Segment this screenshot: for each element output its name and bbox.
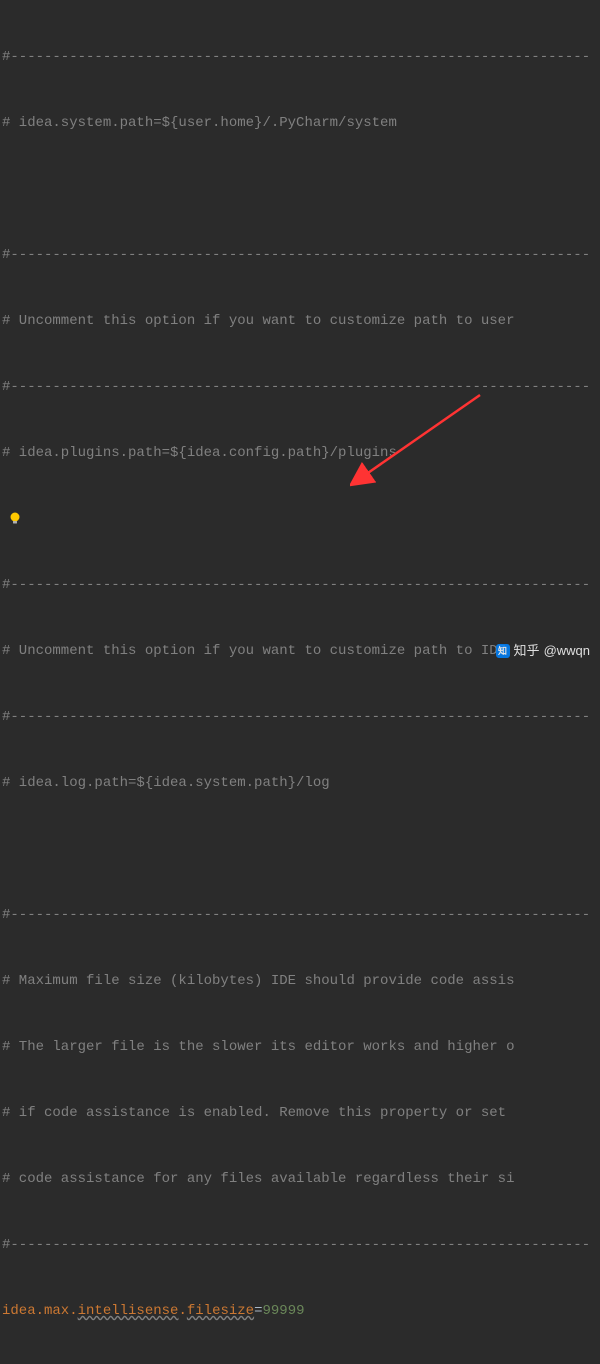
- code-line: idea.max.intellisense.filesize=99999: [2, 1300, 600, 1322]
- code-line: #---------------------------------------…: [2, 904, 600, 926]
- code-line: [2, 508, 600, 530]
- watermark: 知 知乎 @wwqn: [496, 640, 590, 662]
- code-line: [2, 178, 600, 200]
- code-line: #---------------------------------------…: [2, 46, 600, 68]
- property-key-warn: intellisense: [78, 1303, 179, 1319]
- code-editor[interactable]: #---------------------------------------…: [0, 0, 600, 1364]
- code-line: #---------------------------------------…: [2, 1234, 600, 1256]
- code-line: #---------------------------------------…: [2, 706, 600, 728]
- code-line: # idea.system.path=${user.home}/.PyCharm…: [2, 112, 600, 134]
- comment-text: # idea.log.path=${idea.system.path}/log: [2, 775, 330, 791]
- code-line: # idea.plugins.path=${idea.config.path}/…: [2, 442, 600, 464]
- code-line: # Uncomment this option if you want to c…: [2, 310, 600, 332]
- comment-text: # idea.plugins.path=${idea.config.path}/…: [2, 445, 397, 461]
- code-line: # code assistance for any files availabl…: [2, 1168, 600, 1190]
- comment-text: #---------------------------------------…: [2, 1237, 590, 1253]
- zhihu-icon: 知: [496, 644, 510, 658]
- watermark-user: @wwqn: [544, 640, 590, 662]
- code-line: #---------------------------------------…: [2, 376, 600, 398]
- code-line: # The larger file is the slower its edit…: [2, 1036, 600, 1058]
- comment-text: # The larger file is the slower its edit…: [2, 1039, 514, 1055]
- code-line: # idea.log.path=${idea.system.path}/log: [2, 772, 600, 794]
- comment-text: #---------------------------------------…: [2, 907, 590, 923]
- comment-text: # if code assistance is enabled. Remove …: [2, 1105, 514, 1121]
- property-key: .: [178, 1303, 186, 1319]
- watermark-brand: 知乎: [514, 640, 540, 662]
- comment-text: #---------------------------------------…: [2, 379, 590, 395]
- equals-sign: =: [254, 1303, 262, 1319]
- comment-text: #---------------------------------------…: [2, 49, 590, 65]
- comment-text: # Uncomment this option if you want to c…: [2, 313, 514, 329]
- intention-bulb-icon[interactable]: [8, 511, 22, 525]
- comment-text: #---------------------------------------…: [2, 577, 590, 593]
- code-line: # if code assistance is enabled. Remove …: [2, 1102, 600, 1124]
- comment-text: # code assistance for any files availabl…: [2, 1171, 514, 1187]
- property-key: idea.max.: [2, 1303, 78, 1319]
- comment-text: #---------------------------------------…: [2, 709, 590, 725]
- comment-text: #---------------------------------------…: [2, 247, 590, 263]
- property-key-warn: filesize: [187, 1303, 254, 1319]
- code-line: # Maximum file size (kilobytes) IDE shou…: [2, 970, 600, 992]
- code-line: #---------------------------------------…: [2, 244, 600, 266]
- code-line: [2, 838, 600, 860]
- code-line: #---------------------------------------…: [2, 574, 600, 596]
- property-value: 99999: [262, 1303, 304, 1319]
- comment-text: # idea.system.path=${user.home}/.PyCharm…: [2, 115, 397, 131]
- comment-text: # Maximum file size (kilobytes) IDE shou…: [2, 973, 514, 989]
- comment-text: # Uncomment this option if you want to c…: [2, 643, 514, 659]
